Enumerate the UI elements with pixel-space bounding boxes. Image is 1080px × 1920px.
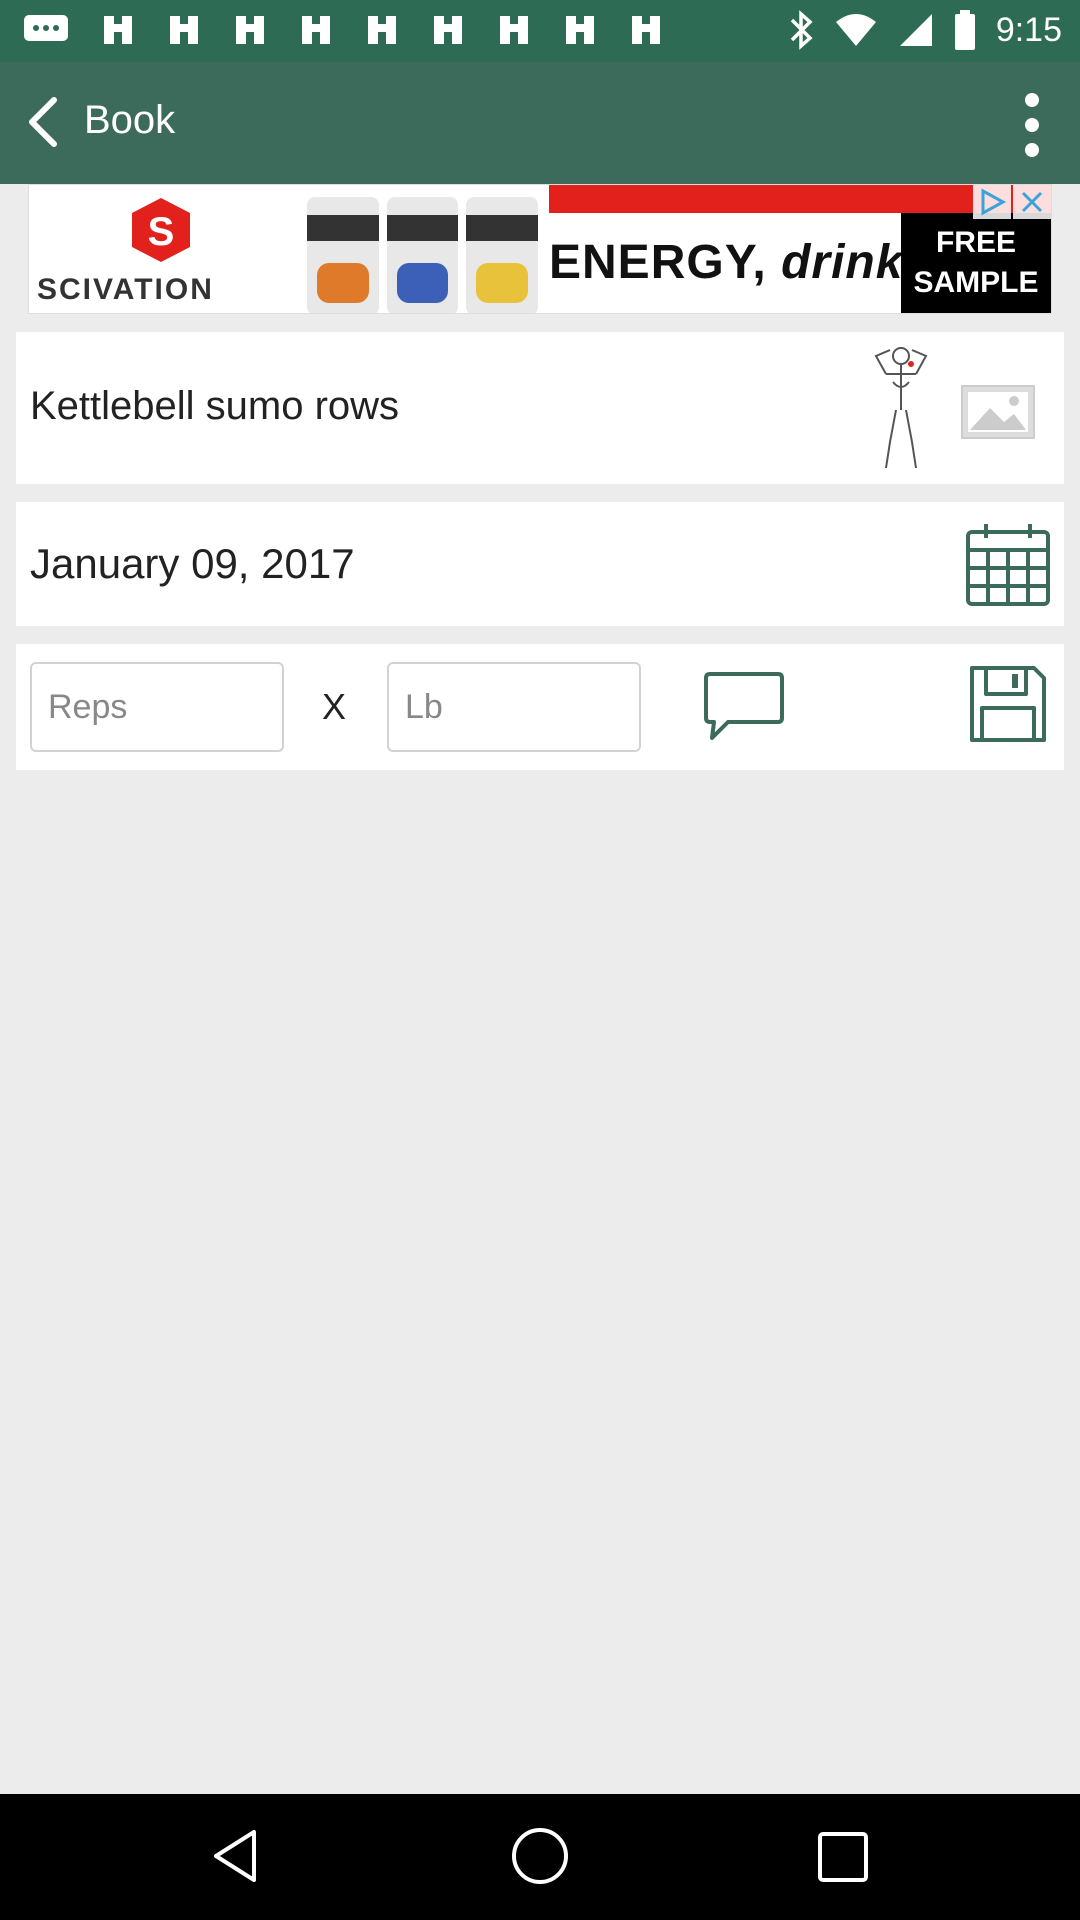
- product-can: [307, 197, 379, 313]
- notification-icon: [104, 16, 132, 44]
- notification-icon: [236, 16, 264, 44]
- ad-choices-icon: [981, 188, 1007, 216]
- ad-cta[interactable]: FREE SAMPLE: [901, 213, 1051, 313]
- notification-icon: [170, 16, 198, 44]
- comment-icon[interactable]: [704, 670, 784, 742]
- nav-recents-icon[interactable]: [812, 1826, 874, 1888]
- exercise-figure-icon: [874, 347, 928, 469]
- exercise-name: Kettlebell sumo rows: [30, 384, 400, 428]
- system-nav-bar: [0, 1794, 1080, 1920]
- bluetooth-icon: [790, 10, 813, 50]
- nav-home-icon[interactable]: [508, 1824, 572, 1888]
- battery-icon: [954, 10, 975, 50]
- more-vert-icon: [1025, 93, 1039, 157]
- reps-input[interactable]: [30, 662, 284, 752]
- notification-icon: [500, 16, 528, 44]
- set-entry-card: X: [16, 644, 1064, 770]
- weight-input[interactable]: [387, 662, 641, 752]
- messages-icon: [24, 15, 68, 41]
- nav-back-icon[interactable]: [208, 1826, 268, 1886]
- close-icon: [1021, 191, 1043, 213]
- product-can: [386, 197, 459, 313]
- page-title: Book: [84, 98, 176, 142]
- wifi-icon: [835, 14, 876, 46]
- app-bar: Book: [0, 62, 1080, 184]
- status-time: 9:15: [995, 10, 1062, 49]
- product-can: [466, 197, 539, 313]
- ad-banner[interactable]: S SCIVATION ENERGY, drink. FREE SAMPLE: [28, 184, 1052, 314]
- date-card[interactable]: January 09, 2017: [16, 502, 1064, 626]
- exercise-card[interactable]: Kettlebell sumo rows: [16, 332, 1064, 484]
- signal-icon: [899, 14, 932, 46]
- times-label: X: [322, 686, 347, 727]
- ad-brand-logo: S SCIVATION: [29, 185, 294, 313]
- back-button[interactable]: [14, 90, 78, 154]
- notification-icon: [302, 16, 330, 44]
- image-icon[interactable]: [960, 384, 1036, 440]
- svg-text:S: S: [148, 210, 175, 254]
- workout-date: January 09, 2017: [30, 540, 355, 587]
- status-notification-icons: [22, 12, 664, 48]
- overflow-menu-button[interactable]: [1002, 90, 1062, 160]
- notification-icon: [632, 16, 660, 44]
- notification-icon: [566, 16, 594, 44]
- ad-brand-name: SCIVATION: [37, 273, 214, 306]
- status-system-icons: 9:15: [788, 10, 1062, 50]
- ad-choices-button[interactable]: [973, 185, 1011, 219]
- notification-icon: [368, 16, 396, 44]
- status-bar: 9:15: [0, 0, 1080, 62]
- ad-product-image: [299, 185, 544, 313]
- calendar-icon[interactable]: [964, 522, 1052, 608]
- scivation-logo-icon: S: [132, 198, 190, 262]
- chevron-left-icon: [29, 97, 57, 147]
- notification-icon: [434, 16, 462, 44]
- save-icon[interactable]: [968, 664, 1048, 744]
- ad-close-button[interactable]: [1013, 185, 1051, 219]
- ad-headline: ENERGY, drink.: [549, 236, 918, 289]
